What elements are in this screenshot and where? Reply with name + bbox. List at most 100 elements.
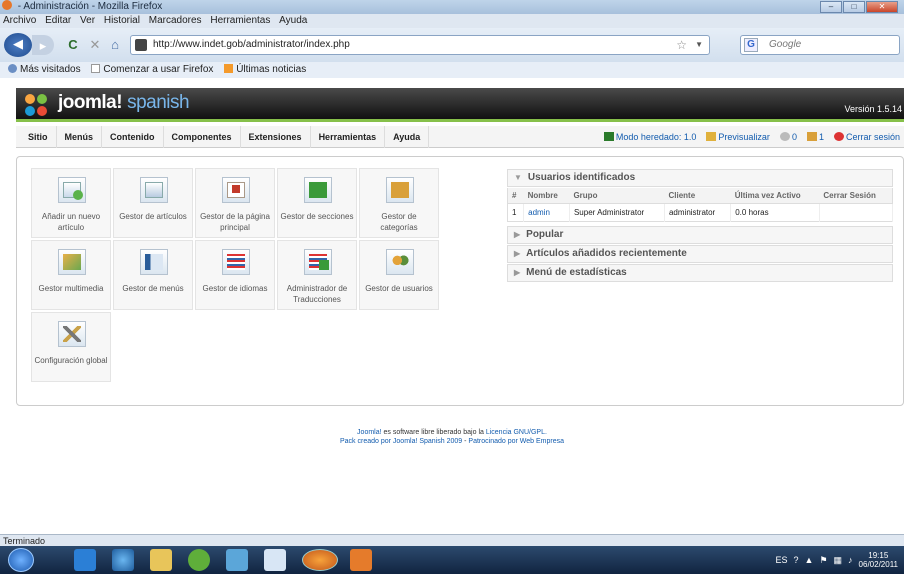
- cell-name: admin: [523, 203, 570, 222]
- start-button[interactable]: [8, 548, 34, 572]
- users-label: 1: [818, 132, 824, 142]
- ie-icon[interactable]: [112, 549, 134, 571]
- network-app-icon[interactable]: [226, 549, 248, 571]
- users-count[interactable]: 1: [806, 130, 824, 144]
- window-title: - Administración - Mozilla Firefox: [17, 1, 163, 12]
- bookmark-mas-visitados[interactable]: Más visitados: [8, 64, 85, 75]
- language-indicator[interactable]: ES: [776, 555, 788, 565]
- forward-button[interactable]: ▸: [32, 35, 54, 55]
- quickicon-global-config[interactable]: Configuración global: [31, 312, 111, 382]
- menu-ayuda[interactable]: Ayuda: [276, 15, 310, 26]
- module-stats-menu[interactable]: ▶ Menú de estadísticas: [507, 264, 893, 282]
- cell-last-active: 0.0 horas: [730, 203, 820, 222]
- user-manager-icon: [386, 249, 414, 275]
- quickicon-article-manager[interactable]: Gestor de artículos: [113, 168, 193, 238]
- preview-label: Previsualizar: [718, 132, 770, 142]
- firefox-taskbar-icon[interactable]: [302, 549, 338, 571]
- jmenu-extensiones[interactable]: Extensiones: [241, 126, 311, 148]
- home-icon[interactable]: ⌂: [104, 34, 126, 56]
- license-link[interactable]: Licencia GNU/GPL.: [486, 429, 547, 436]
- new-article-icon: [58, 177, 86, 203]
- stop-icon[interactable]: ✕: [84, 34, 106, 56]
- jmenu-ayuda[interactable]: Ayuda: [385, 126, 430, 148]
- module-title: Popular: [526, 229, 564, 240]
- joomla-header: joomla! spanish Versión 1.5.14: [16, 88, 904, 122]
- network-icon[interactable]: ▦: [834, 555, 843, 566]
- flag-icon[interactable]: ⚑: [819, 555, 827, 566]
- module-popular[interactable]: ▶ Popular: [507, 226, 893, 244]
- legacy-mode[interactable]: Modo heredado: 1.0: [603, 130, 696, 144]
- modules-panel: ▼ Usuarios identificados # Nombre Grupo C…: [507, 169, 894, 283]
- url-bar[interactable]: http://www.indet.gob/administrator/index…: [130, 35, 710, 55]
- bookmark-icon: [8, 64, 17, 73]
- google-icon[interactable]: G: [744, 38, 758, 52]
- col-last-active: Última vez Activo: [730, 188, 820, 204]
- help-icon[interactable]: ?: [794, 555, 799, 565]
- logout-link[interactable]: Cerrar sesión: [833, 130, 900, 144]
- cell-logout: [819, 203, 894, 222]
- maximize-button[interactable]: □: [843, 1, 865, 13]
- jmenu-contenido[interactable]: Contenido: [102, 126, 164, 148]
- quickicon-section-manager[interactable]: Gestor de secciones: [277, 168, 357, 238]
- col-client: Cliente: [664, 188, 731, 204]
- close-button[interactable]: ✕: [866, 1, 898, 13]
- url-dropdown-icon[interactable]: ▼: [695, 36, 703, 54]
- page-footer: Joomla! es software libre liberado bajo …: [0, 428, 904, 446]
- quickicon-label: Gestor de usuarios: [365, 284, 433, 293]
- jmenu-herramientas[interactable]: Herramientas: [311, 126, 386, 148]
- explorer-icon[interactable]: [150, 549, 172, 571]
- jmenu-componentes[interactable]: Componentes: [164, 126, 241, 148]
- joomla-brand: joomla!: [58, 92, 123, 113]
- jmenu-sitio[interactable]: Sitio: [20, 126, 57, 148]
- word-icon[interactable]: [264, 549, 286, 571]
- sponsor-link[interactable]: Patrocinado por Web Empresa: [468, 438, 564, 445]
- preview-icon: [706, 132, 717, 141]
- col-group: Grupo: [569, 188, 665, 204]
- module-recent-articles[interactable]: ▶ Artículos añadidos recientemente: [507, 245, 893, 263]
- quickicon-label: Administrador de Traducciones: [286, 284, 348, 304]
- bookmark-star-icon[interactable]: ☆: [676, 36, 687, 54]
- menu-editar[interactable]: Editar: [42, 15, 74, 26]
- back-button[interactable]: ◀: [4, 33, 32, 57]
- menu-ver[interactable]: Ver: [77, 15, 98, 26]
- arrow-up-icon[interactable]: ▲: [805, 555, 814, 565]
- quickicon-label: Gestor de artículos: [119, 212, 187, 221]
- quickicon-new-article[interactable]: Añadir un nuevo artículo: [31, 168, 111, 238]
- menu-archivo[interactable]: Archivo: [0, 15, 39, 26]
- bookmark-comenzar[interactable]: Comenzar a usar Firefox: [91, 64, 217, 75]
- search-bar[interactable]: G Google: [740, 35, 900, 55]
- quickicon-category-manager[interactable]: Gestor de categorías: [359, 168, 439, 238]
- joomla-menubar: Sitio Menús Contenido Componentes Extens…: [16, 126, 904, 148]
- module-title: Menú de estadísticas: [526, 267, 627, 278]
- menu-herramientas[interactable]: Herramientas: [207, 15, 273, 26]
- messenger-icon[interactable]: [188, 549, 210, 571]
- translation-manager-icon: [304, 249, 332, 275]
- taskbar-app-icon[interactable]: [74, 549, 96, 571]
- jmenu-menus[interactable]: Menús: [57, 126, 103, 148]
- module-users-header[interactable]: ▼ Usuarios identificados: [507, 169, 893, 187]
- cell-num: 1: [507, 203, 525, 222]
- page-icon: [91, 64, 101, 73]
- minimize-button[interactable]: –: [820, 1, 842, 13]
- clock[interactable]: 19:15 06/02/2011: [859, 551, 898, 569]
- quickicon-media-manager[interactable]: Gestor multimedia: [31, 240, 111, 310]
- bookmark-ultimas-noticias[interactable]: Últimas noticias: [224, 64, 310, 75]
- messages-count[interactable]: 0: [779, 130, 797, 144]
- presentation-icon[interactable]: [350, 549, 372, 571]
- quickicon-language-manager[interactable]: Gestor de idiomas: [195, 240, 275, 310]
- rss-icon: [224, 64, 234, 73]
- menu-marcadores[interactable]: Marcadores: [146, 15, 205, 26]
- user-link[interactable]: admin: [528, 208, 550, 217]
- reload-icon[interactable]: C: [62, 34, 84, 56]
- pack-link[interactable]: Pack creado por Joomla! Spanish 2009: [340, 438, 462, 445]
- volume-icon[interactable]: ♪: [848, 555, 853, 565]
- quickicon-user-manager[interactable]: Gestor de usuarios: [359, 240, 439, 310]
- menu-historial[interactable]: Historial: [101, 15, 143, 26]
- quickicon-frontpage-manager[interactable]: Gestor de la página principal: [195, 168, 275, 238]
- quickicon-menu-manager[interactable]: Gestor de menús: [113, 240, 193, 310]
- col-num: #: [507, 188, 524, 204]
- quickicon-translation-manager[interactable]: Administrador de Traducciones: [277, 240, 357, 310]
- module-title: Artículos añadidos recientemente: [526, 248, 687, 259]
- joomla-link[interactable]: Joomla!: [357, 429, 382, 436]
- preview-link[interactable]: Previsualizar: [706, 130, 770, 144]
